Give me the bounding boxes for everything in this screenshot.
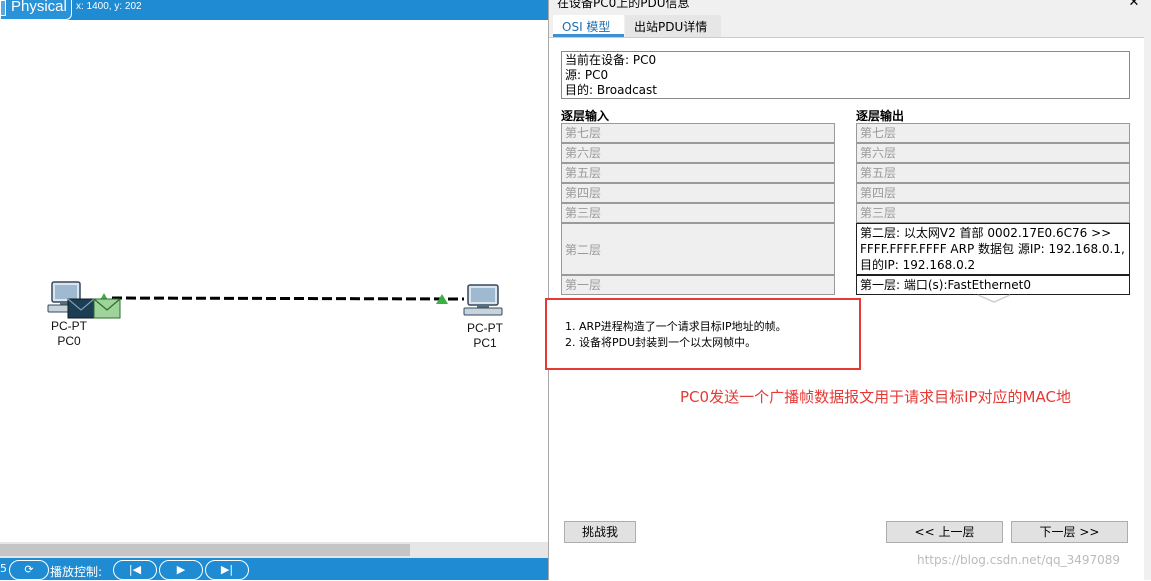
playback-control-label: 播放控制: — [50, 565, 103, 579]
pc1-name: PC1 — [473, 336, 497, 350]
out-layers-heading: 逐层输出 — [856, 109, 905, 123]
in-layer-2[interactable]: 第二层 — [561, 223, 835, 275]
in-layer-4[interactable]: 第四层 — [561, 183, 835, 203]
logical-workspace[interactable]: PC-PT PC0 PC-PT PC1 — [0, 20, 548, 542]
out-layer-1[interactable]: 第一层: 端口(s):FastEthernet0 — [856, 275, 1130, 295]
description-line-2: 2. 设备将PDU封装到一个以太网帧中。 — [565, 336, 757, 349]
pc0-name: PC0 — [57, 334, 81, 348]
cursor-coords: x: 1400, y: 202 — [76, 1, 142, 12]
skip-forward-icon: ▶| — [220, 563, 234, 576]
workspace-toolbar: Physical x: 1400, y: 202 — [0, 0, 548, 20]
next-layer-button[interactable]: 下一层 >> — [1011, 521, 1128, 543]
simulation-control-bar: 5 ⟳ 播放控制: |◀ ▶ ▶| — [0, 558, 548, 580]
tab-edge-icon — [0, 0, 6, 16]
device-info-box: 当前在设备: PC0 源: PC0 目的: Broadcast — [561, 51, 1130, 99]
pc1-type: PC-PT — [467, 321, 503, 335]
description-line-1: 1. ARP进程构造了一个请求目标IP地址的帧。 — [565, 320, 787, 333]
topology-canvas — [47, 281, 503, 319]
in-layer-3[interactable]: 第三层 — [561, 203, 835, 223]
play-icon: ▶ — [176, 563, 186, 576]
scrollbar-thumb[interactable] — [0, 544, 410, 556]
out-layer-6[interactable]: 第六层 — [856, 143, 1130, 163]
in-layer-6[interactable]: 第六层 — [561, 143, 835, 163]
out-layer-4[interactable]: 第四层 — [856, 183, 1130, 203]
chevron-down-icon — [977, 294, 1011, 303]
capture-forward-button[interactable]: ▶| — [205, 560, 249, 580]
pdu-envelope-dark-icon — [67, 298, 95, 319]
pdu-envelope-green-icon — [93, 298, 121, 319]
out-layer-7[interactable]: 第七层 — [856, 123, 1130, 143]
horizontal-scrollbar[interactable] — [0, 542, 548, 558]
in-layers-heading: 逐层输入 — [561, 109, 610, 123]
back-button[interactable]: |◀ — [113, 560, 157, 580]
out-layer-5[interactable]: 第五层 — [856, 163, 1130, 183]
out-layer-3[interactable]: 第三层 — [856, 203, 1130, 223]
play-button[interactable]: ▶ — [159, 560, 203, 580]
challenge-me-button[interactable]: 挑战我 — [564, 521, 636, 543]
watermark: https://blog.csdn.net/qq_3497089 — [917, 553, 1121, 567]
refresh-icon: ⟳ — [24, 563, 34, 576]
pc0-label[interactable]: PC-PT PC0 — [39, 319, 99, 349]
pc1-label[interactable]: PC-PT PC1 — [455, 321, 515, 351]
source-line: 源: PC0 — [565, 68, 609, 82]
dialog-title: 在设备PC0上的PDU信息 — [557, 0, 690, 10]
in-layer-5[interactable]: 第五层 — [561, 163, 835, 183]
tab-osi-model[interactable]: OSI 模型 — [553, 15, 624, 37]
in-layer-1[interactable]: 第一层 — [561, 275, 835, 295]
current-device-line: 当前在设备: PC0 — [565, 53, 657, 67]
pdu-info-dialog: 在设备PC0上的PDU信息 ✕ OSI 模型 出站PDU详情 当前在设备: PC… — [545, 0, 1151, 581]
in-layer-7[interactable]: 第七层 — [561, 123, 835, 143]
physical-mode-tab[interactable]: Physical — [0, 0, 72, 20]
physical-tab-label: Physical — [11, 0, 67, 15]
annotation-note: PC0发送一个广播帧数据报文用于请求目标IP对应的MAC地 — [680, 388, 1071, 406]
step-description-box: 1. ARP进程构造了一个请求目标IP地址的帧。 2. 设备将PDU封装到一个以… — [545, 298, 861, 370]
close-icon[interactable]: ✕ — [1127, 0, 1141, 10]
pc1-computer-icon — [463, 284, 503, 316]
skip-back-icon: |◀ — [128, 563, 142, 576]
tab-outbound-pdu-details[interactable]: 出站PDU详情 — [625, 15, 721, 37]
pc0-type: PC-PT — [51, 319, 87, 333]
reset-simulation-button[interactable]: ⟳ — [9, 560, 49, 580]
bottom-number: 5 — [0, 562, 7, 575]
previous-layer-button[interactable]: << 上一层 — [886, 521, 1003, 543]
destination-line: 目的: Broadcast — [565, 83, 657, 97]
osi-model-panel: 当前在设备: PC0 源: PC0 目的: Broadcast 逐层输入 逐层输… — [545, 37, 1144, 581]
out-layer-2[interactable]: 第二层: 以太网V2 首部 0002.17E0.6C76 >> FFFF.FFF… — [856, 223, 1130, 275]
ethernet-link — [111, 296, 465, 301]
